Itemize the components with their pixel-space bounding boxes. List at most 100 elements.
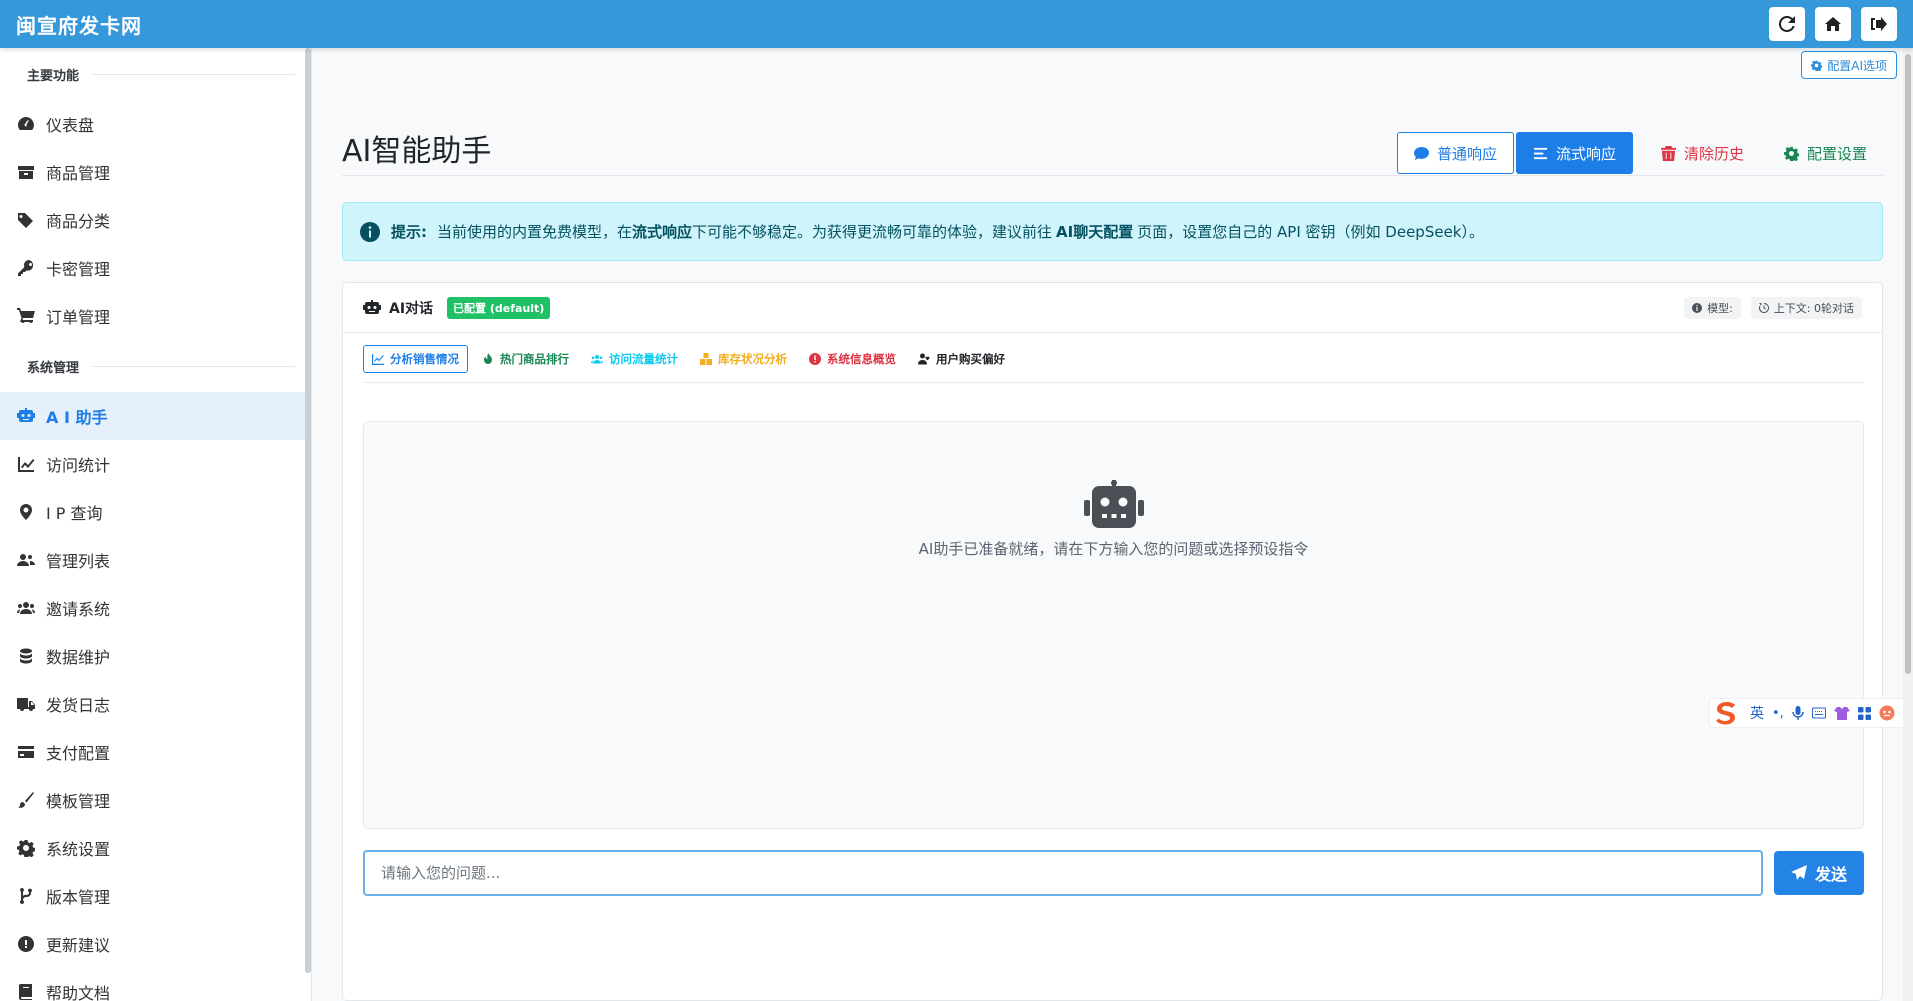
sidebar-item-label: 支付配置 — [46, 744, 111, 763]
page-scrollbar[interactable] — [1903, 48, 1913, 1001]
config-ai-options-button[interactable]: 配置AI选项 — [1801, 51, 1897, 79]
send-button[interactable]: 发送 — [1774, 851, 1864, 895]
logout-button[interactable] — [1861, 7, 1897, 41]
logout-icon — [1871, 17, 1887, 31]
sidebar-item-help-docs[interactable]: 帮助文档 — [0, 968, 311, 1001]
config-settings-button[interactable]: 配置设置 — [1768, 132, 1883, 174]
ime-language[interactable]: 英 — [1750, 703, 1764, 723]
preset-label: 分析销售情况 — [390, 352, 459, 366]
sidebar-item-categories[interactable]: 商品分类 — [0, 196, 311, 244]
truck-icon — [16, 694, 36, 714]
empty-state-message: AI助手已准备就绪，请在下方输入您的问题或选择预设指令 — [918, 540, 1309, 558]
users-icon — [591, 355, 603, 364]
sidebar-item-dashboard[interactable]: 仪表盘 — [0, 100, 311, 148]
preset-analyze-sales[interactable]: 分析销售情况 — [363, 345, 468, 373]
brand-title[interactable]: 闽宣府发卡网 — [16, 10, 142, 39]
ime-punctuation[interactable]: •, — [1772, 706, 1784, 721]
sidebar-section-main: 主要功能 — [0, 48, 311, 100]
info-alert: 提示: 当前使用的内置免费模型，在 流式响应 下可能不够稳定。为获得更流畅可靠的… — [342, 202, 1883, 261]
sidebar-item-version-management[interactable]: 版本管理 — [0, 872, 311, 920]
sidebar-item-visit-stats[interactable]: 访问统计 — [0, 440, 311, 488]
comment-icon — [1413, 146, 1429, 160]
sidebar-item-invite-system[interactable]: 邀请系统 — [0, 584, 311, 632]
chat-meta: 模型: 上下文: 0轮对话 — [1684, 296, 1862, 319]
alert-prefix: 提示: — [391, 223, 427, 241]
chat-input[interactable] — [363, 850, 1763, 896]
sidebar-item-ai-assistant[interactable]: A I 助手 — [0, 392, 311, 440]
stream-response-button[interactable]: 流式响应 — [1515, 132, 1633, 174]
preset-inventory-analysis[interactable]: 库存状况分析 — [692, 345, 795, 373]
fire-icon — [484, 353, 492, 364]
refresh-button[interactable] — [1769, 7, 1805, 41]
dashboard-icon — [16, 114, 36, 134]
refresh-icon — [1779, 16, 1795, 32]
sidebar-item-label: 管理列表 — [46, 552, 111, 571]
preset-hot-products[interactable]: 热门商品排行 — [474, 345, 577, 373]
section-title: 主要功能 — [27, 68, 80, 84]
clear-history-label: 清除历史 — [1683, 144, 1744, 163]
config-settings-label: 配置设置 — [1806, 144, 1867, 163]
preset-label: 用户购买偏好 — [936, 352, 1005, 366]
top-navbar: 闽宣府发卡网 — [0, 0, 1913, 48]
mascot-icon[interactable] — [1879, 705, 1895, 721]
chart-icon — [372, 354, 384, 365]
tags-icon — [16, 210, 36, 230]
preset-system-overview[interactable]: 系统信息概览 — [801, 345, 904, 373]
preset-user-preferences[interactable]: 用户购买偏好 — [910, 345, 1013, 373]
sidebar-item-label: 访问统计 — [46, 456, 111, 475]
user-heart-icon — [918, 353, 930, 365]
status-badge: 已配置 (default) — [447, 296, 551, 319]
sidebar-scrollbar[interactable] — [305, 48, 311, 973]
clear-history-button[interactable]: 清除历史 — [1645, 132, 1760, 174]
preset-traffic-stats[interactable]: 访问流量统计 — [583, 345, 686, 373]
config-ai-options-label: 配置AI选项 — [1827, 58, 1887, 73]
key-icon — [16, 258, 36, 278]
ime-toolbar[interactable]: 英 •, — [1709, 698, 1913, 728]
skin-icon[interactable] — [1833, 706, 1850, 720]
sidebar-item-payment-config[interactable]: 支付配置 — [0, 728, 311, 776]
sidebar-item-orders[interactable]: 订单管理 — [0, 292, 311, 340]
sidebar-item-label: 发货日志 — [46, 696, 111, 715]
context-label: 上下文: 0轮对话 — [1773, 301, 1854, 315]
paper-plane-icon — [1790, 865, 1807, 880]
sidebar-item-ip-lookup[interactable]: I P 查询 — [0, 488, 311, 536]
microphone-icon[interactable] — [1792, 706, 1804, 720]
code-branch-icon — [16, 886, 36, 906]
normal-response-label: 普通响应 — [1436, 144, 1497, 163]
page-scrollbar-thumb[interactable] — [1905, 54, 1911, 674]
credit-card-icon — [16, 742, 36, 762]
preset-commands: 分析销售情况 热门商品排行 访问流量统计 库存状况分析 系统信息概览 用户购买偏… — [363, 345, 1864, 383]
chat-input-row: 发送 — [363, 850, 1864, 896]
sidebar-item-label: 系统设置 — [46, 840, 111, 859]
sidebar-item-products[interactable]: 商品管理 — [0, 148, 311, 196]
sidebar-item-label: 卡密管理 — [46, 260, 111, 279]
context-pill: 上下文: 0轮对话 — [1750, 296, 1862, 319]
sidebar-item-template-management[interactable]: 模板管理 — [0, 776, 311, 824]
sidebar-item-admin-list[interactable]: 管理列表 — [0, 536, 311, 584]
sidebar-item-data-maintenance[interactable]: 数据维护 — [0, 632, 311, 680]
sidebar-item-label: 帮助文档 — [46, 984, 111, 1001]
model-label: 模型: — [1707, 301, 1733, 315]
cart-icon — [16, 306, 36, 326]
sidebar-item-delivery-log[interactable]: 发货日志 — [0, 680, 311, 728]
paint-brush-icon — [16, 790, 36, 810]
sidebar-item-cards[interactable]: 卡密管理 — [0, 244, 311, 292]
keyboard-icon[interactable] — [1811, 707, 1826, 719]
sidebar-item-label: 商品分类 — [46, 212, 111, 231]
normal-response-button[interactable]: 普通响应 — [1396, 132, 1514, 174]
page-header: AI智能助手 普通响应 流式响应 清除历史 配置设置 — [342, 120, 1883, 176]
home-button[interactable] — [1815, 7, 1851, 41]
info-circle-icon — [1692, 302, 1703, 313]
sidebar-item-label: 更新建议 — [46, 936, 111, 955]
toolbox-grid-icon[interactable] — [1857, 706, 1871, 720]
sidebar-item-label: A I 助手 — [46, 408, 108, 427]
preset-label: 访问流量统计 — [609, 352, 678, 366]
divider — [91, 365, 295, 367]
sidebar-item-system-settings[interactable]: 系统设置 — [0, 824, 311, 872]
header-actions: 普通响应 流式响应 清除历史 配置设置 — [1396, 132, 1883, 174]
chat-messages-area[interactable]: AI助手已准备就绪，请在下方输入您的问题或选择预设指令 — [363, 421, 1864, 829]
sidebar-item-update-suggestions[interactable]: 更新建议 — [0, 920, 311, 968]
alert-bold-1: 流式响应 — [632, 223, 693, 241]
sidebar-item-label: 商品管理 — [46, 164, 111, 183]
info-circle-icon — [360, 221, 380, 242]
